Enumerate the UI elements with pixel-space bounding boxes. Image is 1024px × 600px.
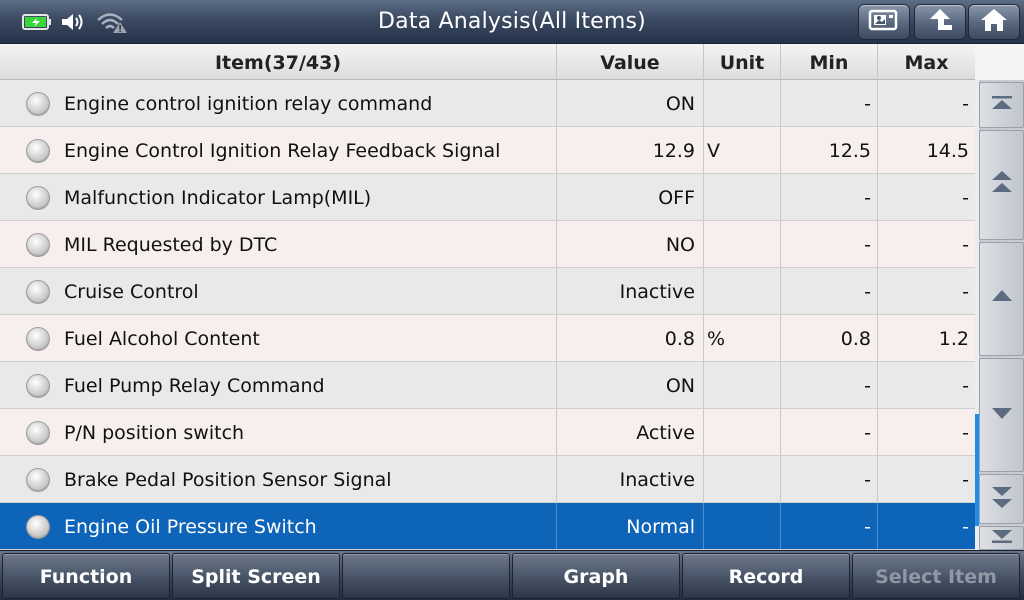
- row-value: ON: [557, 362, 704, 408]
- screenshot-icon: [868, 8, 900, 36]
- bottom-toolbar: Function Split Screen Graph Record Selec…: [0, 550, 1024, 600]
- row-min: 0.8: [781, 315, 878, 361]
- home-icon: [979, 7, 1009, 37]
- row-max: -: [962, 234, 969, 256]
- row-min: -: [781, 221, 878, 267]
- row-min: -: [781, 80, 878, 126]
- row-name: Engine control ignition relay command: [0, 80, 557, 126]
- row-value: 12.9: [557, 127, 704, 173]
- row-name: Fuel Alcohol Content: [0, 315, 557, 361]
- row-max: -: [962, 422, 969, 444]
- row-value: Active: [557, 409, 704, 455]
- column-header-unit[interactable]: Unit: [704, 44, 781, 80]
- row-name: Engine Control Ignition Relay Feedback S…: [0, 127, 557, 173]
- row-max: -: [962, 469, 969, 491]
- row-unit: [704, 503, 781, 549]
- table-row[interactable]: Engine control ignition relay command ON -…: [0, 80, 975, 127]
- line-down-icon: [989, 403, 1015, 427]
- back-button[interactable]: [914, 4, 966, 40]
- row-min: 12.5: [781, 127, 878, 173]
- row-unit: %: [704, 315, 781, 361]
- column-header-min[interactable]: Min: [781, 44, 878, 80]
- column-header-value[interactable]: Value: [557, 44, 704, 80]
- row-value: Inactive: [557, 268, 704, 314]
- row-min: -: [781, 174, 878, 220]
- page-down-button[interactable]: [979, 474, 1024, 524]
- scroll-top-icon: [989, 93, 1015, 117]
- row-name: Brake Pedal Position Sensor Signal: [0, 456, 557, 502]
- table-row[interactable]: Malfunction Indicator Lamp(MIL) OFF - -: [0, 174, 975, 221]
- page-up-button[interactable]: [979, 130, 1024, 240]
- table-row[interactable]: Fuel Pump Relay Command ON - -: [0, 362, 975, 409]
- row-max: -: [962, 187, 969, 209]
- row-max: -: [962, 375, 969, 397]
- scroll-bottom-button[interactable]: [979, 526, 1024, 550]
- table-row[interactable]: P/N position switch Active - -: [0, 409, 975, 456]
- row-unit: V: [704, 127, 781, 173]
- table-row[interactable]: Engine Control Ignition Relay Feedback S…: [0, 127, 975, 174]
- row-value: OFF: [557, 174, 704, 220]
- title-bar: Data Analysis(All Items): [0, 0, 1024, 44]
- record-button[interactable]: Record: [682, 553, 850, 599]
- row-max: -: [962, 281, 969, 303]
- home-button[interactable]: [968, 4, 1020, 40]
- page-down-icon: [989, 483, 1015, 515]
- row-unit: [704, 362, 781, 408]
- row-value: Inactive: [557, 456, 704, 502]
- row-min: -: [781, 456, 878, 502]
- row-name: Cruise Control: [0, 268, 557, 314]
- row-min: -: [781, 409, 878, 455]
- function-button[interactable]: Function: [2, 553, 170, 599]
- table-row[interactable]: Engine Oil Pressure Switch Normal - -: [0, 503, 975, 550]
- line-up-button[interactable]: [979, 242, 1024, 356]
- row-max: 14.5: [926, 140, 969, 162]
- scroll-panel: [975, 80, 1024, 550]
- graph-button[interactable]: Graph: [512, 553, 680, 599]
- row-name: Malfunction Indicator Lamp(MIL): [0, 174, 557, 220]
- row-max: 1.2: [938, 328, 969, 350]
- table-row[interactable]: MIL Requested by DTC NO - -: [0, 221, 975, 268]
- scroll-top-button[interactable]: [979, 82, 1024, 128]
- screenshot-button[interactable]: [858, 4, 910, 40]
- row-min: -: [781, 503, 878, 549]
- column-header-item[interactable]: Item(37/43): [0, 44, 557, 80]
- empty-button: [342, 553, 510, 599]
- table-header: Item(37/43) Value Unit Min Max: [0, 44, 975, 80]
- row-unit: [704, 268, 781, 314]
- line-up-icon: [989, 287, 1015, 311]
- row-value: Normal: [557, 503, 704, 549]
- row-unit: [704, 80, 781, 126]
- row-min: -: [781, 362, 878, 408]
- row-unit: [704, 409, 781, 455]
- line-down-button[interactable]: [979, 358, 1024, 472]
- row-unit: [704, 174, 781, 220]
- table-row[interactable]: Cruise Control Inactive - -: [0, 268, 975, 315]
- data-table: Item(37/43) Value Unit Min Max Engine co…: [0, 44, 1024, 550]
- row-min: -: [781, 268, 878, 314]
- back-icon: [925, 7, 955, 37]
- row-name: P/N position switch: [0, 409, 557, 455]
- row-unit: [704, 221, 781, 267]
- row-name: MIL Requested by DTC: [0, 221, 557, 267]
- select-item-button[interactable]: Select Item: [852, 553, 1020, 599]
- row-max: -: [962, 516, 969, 538]
- table-row[interactable]: Brake Pedal Position Sensor Signal Inacti…: [0, 456, 975, 503]
- row-value: ON: [557, 80, 704, 126]
- row-max: -: [962, 93, 969, 115]
- table-row[interactable]: Fuel Alcohol Content 0.8% 0.8 1.2: [0, 315, 975, 362]
- row-name: Engine Oil Pressure Switch: [0, 503, 557, 549]
- table-body: Engine control ignition relay command ON -…: [0, 80, 975, 550]
- split-screen-button[interactable]: Split Screen: [172, 553, 340, 599]
- row-name: Fuel Pump Relay Command: [0, 362, 557, 408]
- scroll-bottom-icon: [989, 527, 1015, 549]
- page-up-icon: [989, 169, 1015, 201]
- row-value: 0.8: [557, 315, 704, 361]
- column-header-max[interactable]: Max: [878, 44, 975, 80]
- row-value: NO: [557, 221, 704, 267]
- row-unit: [704, 456, 781, 502]
